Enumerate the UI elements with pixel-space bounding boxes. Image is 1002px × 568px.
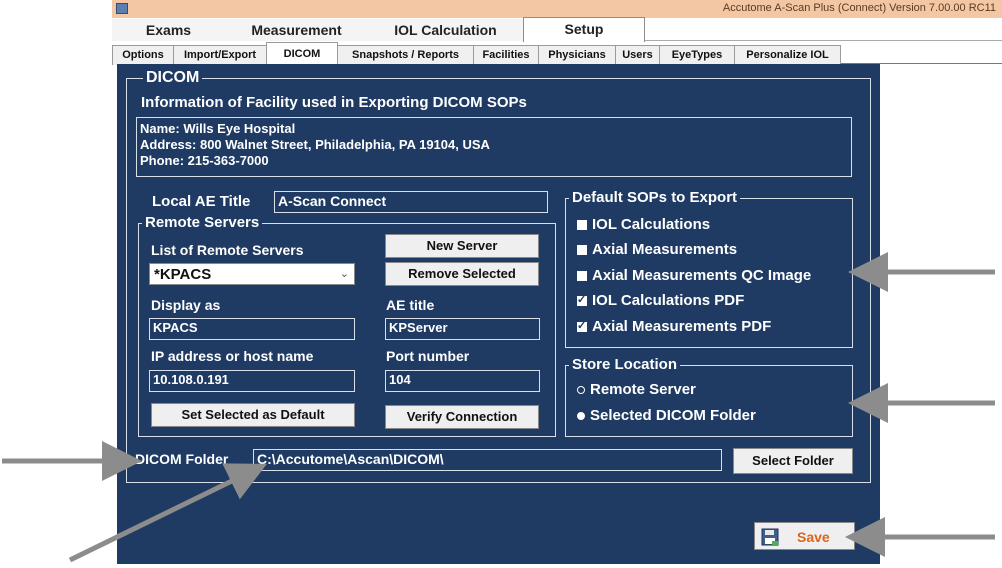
annotation-arrows [2, 252, 995, 563]
arrow-dicom-folder-path [68, 463, 267, 563]
